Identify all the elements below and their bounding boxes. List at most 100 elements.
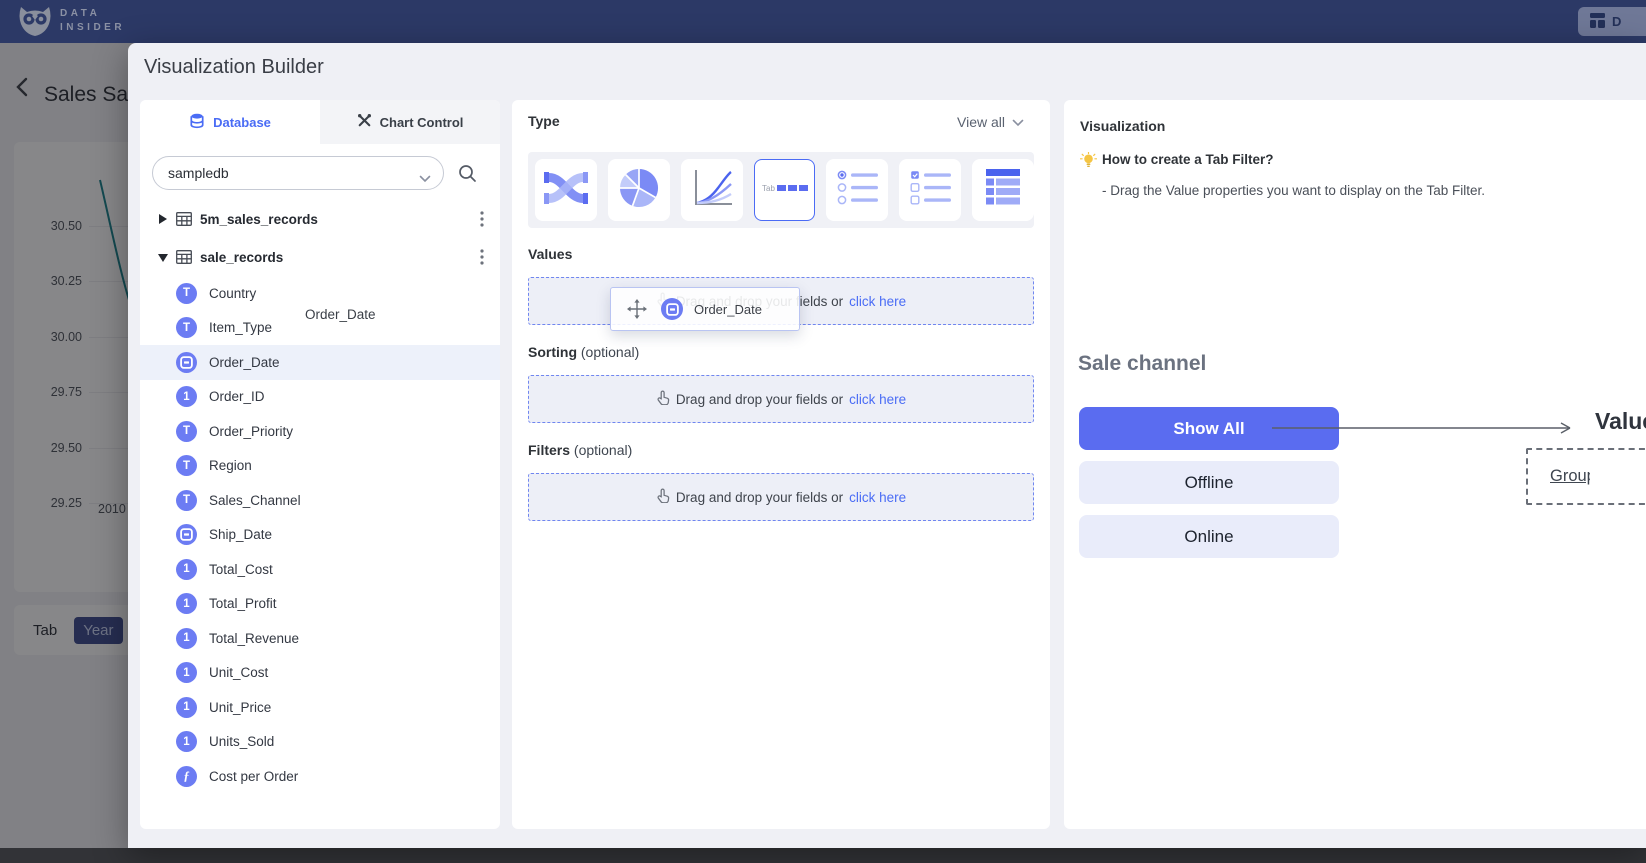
search-icon[interactable]: [458, 164, 477, 188]
database-icon: [189, 113, 205, 132]
field-row[interactable]: T Order_Priority: [140, 414, 500, 449]
brand-line-bottom: INSIDER: [60, 21, 125, 35]
dropzone-text: Drag and drop your fields or: [676, 392, 843, 407]
table-row[interactable]: sale_records: [140, 238, 500, 276]
channel-button-offline[interactable]: Offline: [1079, 461, 1339, 504]
field-type-date-icon: [176, 352, 197, 373]
field-type-function-icon: ƒ: [176, 766, 197, 787]
dashboard-icon: [1590, 13, 1605, 31]
brand-line-top: DATA: [60, 7, 125, 21]
field-row[interactable]: ƒ Cost per Order: [140, 759, 500, 794]
click-here-link[interactable]: click here: [849, 490, 906, 505]
kebab-menu-icon[interactable]: [480, 211, 484, 232]
sorting-dropzone[interactable]: Drag and drop your fields or click here: [528, 375, 1034, 423]
tab-database[interactable]: Database: [140, 100, 320, 144]
chevron-down-icon: [1012, 114, 1024, 130]
bulb-icon: [1080, 152, 1097, 174]
view-all-button[interactable]: View all: [957, 114, 1024, 130]
click-here-link[interactable]: click here: [849, 294, 906, 309]
multi-select-icon: [910, 170, 951, 210]
filters-dropzone[interactable]: Drag and drop your fields or click here: [528, 473, 1034, 521]
field-name: Order_Priority: [209, 424, 293, 439]
field-row[interactable]: 1 Unit_Price: [140, 690, 500, 725]
channel-button-online[interactable]: Online: [1079, 515, 1339, 558]
app: DATA INSIDER D Sales Sa 30.5030.2530.002…: [0, 0, 1646, 863]
field-row[interactable]: TCountry: [140, 276, 500, 311]
dropzone-text: Drag and drop your fields or: [676, 490, 843, 505]
chart-type-pie-chart[interactable]: [608, 159, 670, 221]
caret-down-icon[interactable]: [158, 253, 170, 262]
table-row[interactable]: 5m_sales_records: [140, 200, 500, 238]
tab-chart-control-label: Chart Control: [380, 115, 464, 130]
field-row[interactable]: 1 Order_ID: [140, 380, 500, 415]
field-row[interactable]: Order_Date: [140, 345, 500, 380]
annotation-group-box: Group: [1526, 448, 1646, 505]
field-row[interactable]: 1Total_Cost: [140, 552, 500, 587]
ghost-field-label: Order_Date: [694, 302, 762, 317]
sankey-icon: [543, 168, 589, 213]
hand-icon: [656, 390, 670, 408]
chart-type-table-chart[interactable]: [972, 159, 1034, 221]
move-icon: [627, 299, 647, 319]
chart-type-sankey[interactable]: [535, 159, 597, 221]
field-name: Total_Profit: [209, 596, 277, 611]
field-name: Unit_Cost: [209, 665, 268, 680]
table-icon: [176, 212, 192, 226]
drag-ghost-card[interactable]: Order_Date: [610, 287, 800, 331]
date-field-icon: [661, 298, 683, 320]
click-here-link[interactable]: click here: [849, 392, 906, 407]
field-row[interactable]: T Item_Type: [140, 311, 500, 346]
sorting-label: Sorting (optional): [528, 344, 639, 360]
table-icon: [176, 250, 192, 264]
tip-title: How to create a Tab Filter?: [1102, 152, 1274, 167]
field-type-text-icon: T: [176, 455, 197, 476]
pie-chart-icon: [618, 167, 660, 214]
field-type-date-icon: [176, 524, 197, 545]
field-name: Units_Sold: [209, 734, 274, 749]
field-row[interactable]: 1Total_Revenue: [140, 621, 500, 656]
chart-type-line-chart[interactable]: [681, 159, 743, 221]
tab-chart-control[interactable]: Chart Control: [320, 100, 500, 144]
schema-tree: 5m_sales_recordssale_recordsTCountryTIte…: [140, 200, 500, 794]
field-type-text-icon: T: [176, 421, 197, 442]
tab-database-label: Database: [213, 115, 271, 130]
caret-right-icon[interactable]: [158, 214, 170, 224]
dashboard-button[interactable]: D: [1578, 7, 1646, 36]
visualization-builder-modal: Visualization Builder Database Chart Con…: [128, 43, 1646, 848]
panel-tab-bar: Database Chart Control: [140, 100, 500, 144]
kebab-menu-icon[interactable]: [480, 249, 484, 270]
tab-filter-icon: Tab: [762, 180, 808, 201]
database-select-value: sampledb: [168, 165, 229, 181]
field-type-number-icon: 1: [176, 697, 197, 718]
chart-type-multi-select[interactable]: [899, 159, 961, 221]
field-name: Region: [209, 458, 252, 473]
dashboard-button-label: D: [1612, 14, 1621, 29]
chart-type-single-select[interactable]: [826, 159, 888, 221]
modal-title: Visualization Builder: [144, 56, 324, 79]
table-chart-icon: [986, 169, 1020, 212]
field-name: Cost per Order: [209, 769, 298, 784]
chart-type-tab-filter[interactable]: Tab: [754, 159, 816, 221]
filters-label: Filters (optional): [528, 442, 632, 458]
line-chart-icon: [690, 168, 734, 213]
field-row[interactable]: T Region: [140, 449, 500, 484]
owl-logo-icon: [16, 6, 54, 42]
visualization-panel: Visualization How to create a Tab Filter…: [1064, 100, 1646, 829]
top-navbar: DATA INSIDER D: [0, 0, 1646, 43]
field-row[interactable]: 1 Units_Sold: [140, 725, 500, 760]
table-name: sale_records: [200, 250, 283, 265]
database-select[interactable]: sampledb: [152, 156, 444, 190]
field-name: Unit_Price: [209, 700, 271, 715]
field-type-number-icon: 1: [176, 731, 197, 752]
field-row[interactable]: 1Total_Profit: [140, 587, 500, 622]
field-name: Total_Revenue: [209, 631, 299, 646]
field-row[interactable]: TSales_Channel: [140, 483, 500, 518]
field-name: Item_Type: [209, 320, 272, 335]
field-name: Order_ID: [209, 389, 265, 404]
field-row[interactable]: 1Unit_Cost: [140, 656, 500, 691]
field-row[interactable]: Ship_Date: [140, 518, 500, 553]
chevron-down-icon[interactable]: [419, 170, 431, 188]
field-type-text-icon: T: [176, 317, 197, 338]
field-type-number-icon: 1: [176, 386, 197, 407]
field-name: Country: [209, 286, 256, 301]
